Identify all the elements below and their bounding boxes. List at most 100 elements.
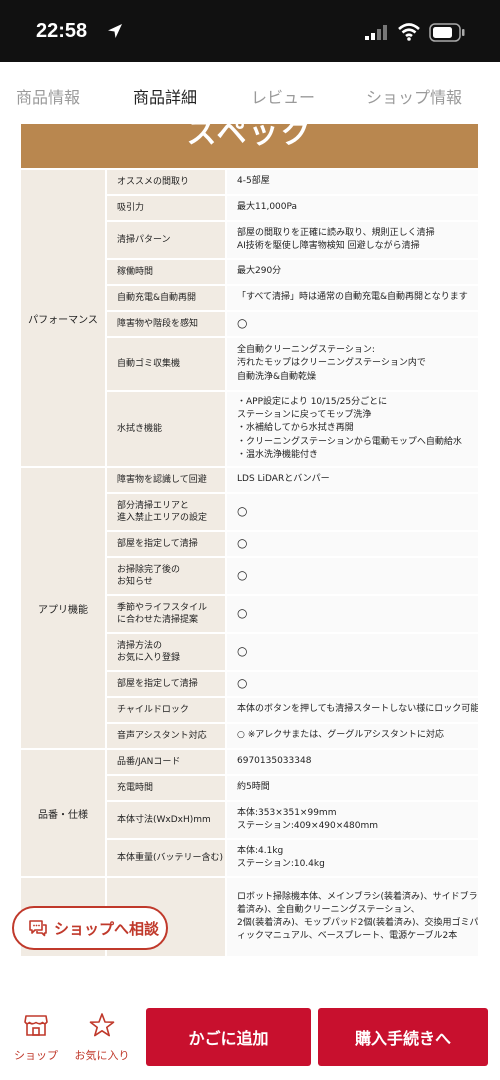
- spec-category: 品番・仕様: [21, 750, 105, 876]
- spec-value-line: ○: [237, 676, 248, 691]
- spec-value-line: 最大11,000Pa: [237, 202, 298, 213]
- spec-row-value: 最大11,000Pa: [227, 196, 478, 220]
- spec-label-line: チャイルドロック: [117, 704, 189, 715]
- spec-value-line: 6970135033348: [237, 756, 312, 767]
- spec-row-label: 品番/JANコード: [107, 750, 225, 774]
- spec-value-line: 自動洗浄&自動乾燥: [237, 371, 317, 382]
- spec-row-label: 本体寸法(WxDxH)mm: [107, 802, 225, 838]
- spec-value-line: ○: [237, 504, 248, 519]
- spec-value-line: 2個(装着済み)、モップパッド2個(装着済み)、交換用ゴミパック1個: [237, 918, 478, 928]
- spec-label-line: 障害物を認識して回避: [117, 474, 207, 485]
- signal-icon: [365, 25, 387, 40]
- store-icon: [24, 1015, 48, 1036]
- battery-icon: [429, 23, 465, 42]
- favorite-nav-button[interactable]: お気に入り: [72, 1012, 132, 1063]
- spec-row-label: 充電時間: [107, 776, 225, 800]
- spec-title: スペック: [186, 124, 313, 151]
- spec-row-value: 本体:4.1kg ステーション:10.4kg: [227, 840, 478, 876]
- spec-row-label: 部屋を指定して清掃: [107, 532, 225, 556]
- spec-value-line: 本体:4.1kg: [237, 845, 284, 856]
- spec-value-line: ○: [237, 536, 248, 551]
- spec-row-value: 「すべて清掃」時は通常の自動充電&自動再開となります: [227, 286, 478, 310]
- spec-category: アプリ機能: [21, 468, 105, 748]
- shop-nav-button[interactable]: ショップ: [6, 1012, 66, 1063]
- status-time: 22:58: [36, 20, 88, 42]
- spec-label-line: 部屋を指定して清掃: [117, 538, 198, 549]
- tab-product-details[interactable]: 商品詳細: [133, 84, 197, 108]
- add-to-cart-button[interactable]: かごに追加: [146, 1008, 311, 1066]
- shop-consult-label: ショップへ相談: [54, 919, 160, 938]
- spec-value-line: ・水補給してから水拭き再開: [237, 423, 354, 434]
- spec-value-line: ○: [237, 606, 248, 621]
- spec-row-label: 水拭き機能: [107, 392, 225, 466]
- spec-label-line: お掃除完了後の: [117, 564, 181, 575]
- spec-row-label: 本体重量(バッテリー含む): [107, 840, 225, 876]
- spec-value-line: 最大290分: [237, 266, 282, 277]
- bottom-action-bar: ショップ お気に入り かごに追加 購入手続きへ: [0, 994, 500, 1080]
- content-area: スペック オススメの間取り 4-5部屋吸引力 最大11,000Pa 清掃パターン 部屋の…: [0, 124, 500, 994]
- spec-row-label: 障害物や階段を感知: [107, 312, 225, 336]
- spec-label-line: 水拭き機能: [117, 423, 163, 434]
- spec-label-line: 自動充電&自動再開: [117, 292, 197, 303]
- tab-shop-info[interactable]: ショップ情報: [366, 84, 462, 108]
- spec-row-label: 部分清掃エリアと進入禁止エリアの設定: [107, 494, 225, 530]
- spec-label-line: 音声アシスタント対応: [117, 730, 207, 741]
- spec-label-line: 季節やライフスタイル: [117, 602, 208, 613]
- spec-row-value: ○: [227, 312, 478, 336]
- spec-row-value: 本体:353×351×99mm ステーション:409×490×480mm: [227, 802, 478, 838]
- spec-row-value: 本体のボタンを押しても清掃スタートしない様にロック可能: [227, 698, 478, 722]
- spec-label-line: 清掃パターン: [117, 234, 171, 245]
- spec-row-value: 最大290分: [227, 260, 478, 284]
- spec-row-label: 自動ゴミ収集機: [107, 338, 225, 390]
- spec-label-line: 部分清掃エリアと: [117, 500, 189, 511]
- spec-value-line: ロボット掃除機本体、メインブラシ(装着済み)、サイドブラシ1個、: [237, 891, 478, 902]
- spec-row-label: オススメの間取り: [107, 170, 225, 194]
- spec-value-line: ○: [237, 644, 248, 659]
- spec-value-line: AI技術を駆使し障害物検知 回避しながら清掃: [237, 241, 420, 251]
- location-arrow-icon: [108, 24, 122, 38]
- spec-row-value: ○ ※アレクサまたは、グーグルアシスタントに対応: [227, 724, 478, 748]
- spec-value-line: ・APP設定により 10/15/25分ごとに: [237, 397, 388, 408]
- spec-row-label: 部屋を指定して清掃: [107, 672, 225, 696]
- spec-row-value: ○: [227, 596, 478, 632]
- spec-label-line: お知らせ: [117, 577, 153, 587]
- spec-label-line: 清掃方法の: [117, 640, 163, 651]
- spec-label-line: 部屋を指定して清掃: [117, 678, 198, 689]
- spec-row-value: ロボット掃除機本体、メインブラシ(装着済み)、サイドブラシ1個、着済み)、全自動…: [227, 878, 478, 956]
- spec-row-label: 清掃方法の お気に入り登録: [107, 634, 225, 670]
- spec-row-label: 季節やライフスタイル に合わせた清掃提案: [107, 596, 225, 632]
- product-tabs: 商品情報 商品詳細 レビュー ショップ情報: [0, 62, 500, 124]
- spec-value-line: 部屋の間取りを正確に読み取り、規則正しく清掃: [237, 227, 435, 238]
- spec-label-line: オススメの間取り: [117, 176, 190, 187]
- tab-reviews[interactable]: レビュー: [251, 84, 315, 108]
- spec-row-value: ○: [227, 558, 478, 594]
- spec-value-line: 着済み)、全自動クリーニングステーション、: [237, 904, 420, 915]
- spec-row-value: ・APP設定により 10/15/25分ごとに ステーションに戻ってモップ洗浄 ・水補…: [227, 392, 478, 466]
- spec-value-line: ○ ※アレクサまたは、グーグルアシスタントに対応: [237, 730, 444, 741]
- wifi-icon: [398, 23, 420, 41]
- spec-value-line: ○: [237, 316, 248, 331]
- spec-value-line: 全自動クリーニングステーション:: [237, 345, 375, 356]
- spec-label-line: 進入禁止エリアの設定: [117, 513, 208, 523]
- spec-row-value: ○: [227, 672, 478, 696]
- spec-value-line: 本体のボタンを押しても清掃スタートしない様にロック可能: [237, 704, 478, 715]
- spec-value-line: 4-5部屋: [237, 176, 270, 187]
- spec-row-value: ○: [227, 532, 478, 556]
- spec-label-line: に合わせた清掃提案: [117, 615, 199, 625]
- spec-value-line: LDS LiDARとバンパー: [237, 474, 330, 485]
- shop-consult-button[interactable]: ショップへ相談: [12, 906, 168, 950]
- spec-label-line: 障害物や階段を感知: [117, 318, 199, 329]
- spec-value-line: 「すべて清掃」時は通常の自動充電&自動再開となります: [237, 292, 468, 303]
- status-bar: 22:58: [0, 0, 500, 62]
- spec-row-value: 部屋の間取りを正確に読み取り、規則正しく清掃 AI技術を駆使し障害物検知 回避しな…: [227, 222, 478, 258]
- spec-value-line: ィックマニュアル、ベースプレート、電源ケーブル2本: [237, 931, 458, 942]
- spec-row-label: 吸引力: [107, 196, 225, 220]
- tab-product-info[interactable]: 商品情報: [16, 84, 80, 108]
- spec-label-line: 充電時間: [117, 782, 154, 793]
- spec-row-value: 全自動クリーニングステーション: 汚れたモップはクリーニングステーション内で 自動洗…: [227, 338, 478, 390]
- favorite-nav-label: お気に入り: [74, 1049, 130, 1062]
- spec-row-value: ○: [227, 634, 478, 670]
- spec-row-label: 清掃パターン: [107, 222, 225, 258]
- checkout-button[interactable]: 購入手続きへ: [318, 1008, 488, 1066]
- spec-row-label: チャイルドロック: [107, 698, 225, 722]
